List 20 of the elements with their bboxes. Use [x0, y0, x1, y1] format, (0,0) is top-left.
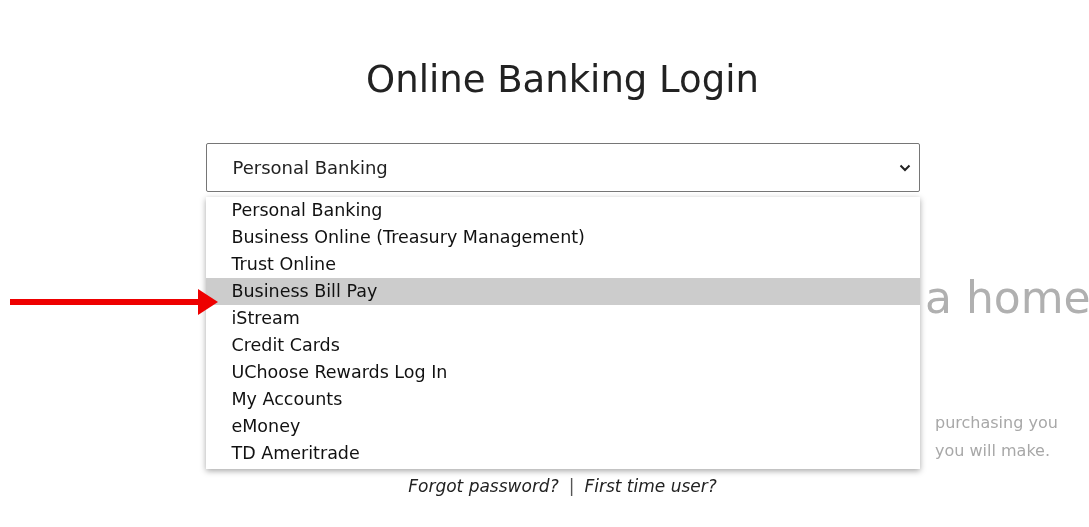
- dropdown-option[interactable]: TD Ameritrade: [205, 440, 920, 467]
- page-title: Online Banking Login: [366, 58, 759, 101]
- dropdown-option[interactable]: Personal Banking: [205, 197, 920, 224]
- login-type-select[interactable]: Personal Banking: [205, 143, 920, 192]
- dropdown-option[interactable]: Trust Online: [205, 251, 920, 278]
- hero-text: purchasing you: [935, 413, 1058, 432]
- dropdown-option[interactable]: UChoose Rewards Log In: [205, 359, 920, 386]
- dropdown-option[interactable]: Business Bill Pay: [205, 278, 920, 305]
- dropdown-option[interactable]: Credit Cards: [205, 332, 920, 359]
- chevron-down-icon: [898, 163, 911, 172]
- dropdown-option[interactable]: My Accounts: [205, 386, 920, 413]
- dropdown-option[interactable]: eMoney: [205, 413, 920, 440]
- dropdown-option[interactable]: iStream: [205, 305, 920, 332]
- hero-text: you will make.: [935, 441, 1050, 460]
- forgot-password-link[interactable]: Forgot password?: [408, 476, 559, 496]
- hero-heading: a home: [925, 272, 1089, 323]
- first-time-user-link[interactable]: First time user?: [584, 476, 717, 496]
- arrow-icon: [10, 289, 220, 315]
- link-separator: |: [568, 476, 575, 496]
- dropdown-option[interactable]: Business Online (Treasury Management): [205, 224, 920, 251]
